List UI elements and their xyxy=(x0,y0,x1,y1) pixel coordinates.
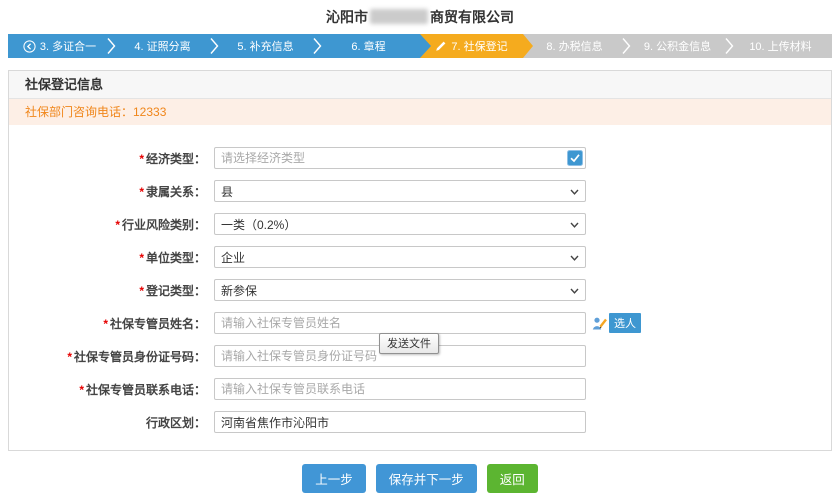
field-label: *隶属关系： xyxy=(9,183,206,200)
step-label: 7. 社保登记 xyxy=(451,38,507,54)
field-row: *登记类型： 新参保 xyxy=(9,279,831,301)
field-row: *经济类型： xyxy=(9,147,831,169)
person-pencil-icon xyxy=(592,316,608,331)
bottom-button-bar: 上一步保存并下一步返回 xyxy=(0,464,840,493)
company-name-prefix: 沁阳市 xyxy=(326,9,368,25)
industry-risk-select[interactable]: 一类（0.2%） xyxy=(214,213,586,235)
field-label: *行业风险类别： xyxy=(9,216,206,233)
prev-step-button[interactable]: 上一步 xyxy=(302,464,366,493)
page-title: 沁阳市 商贸有限公司 xyxy=(0,0,840,30)
chevron-down-icon xyxy=(570,288,579,294)
redacted-company-name xyxy=(370,9,428,24)
step-item[interactable]: 3. 多证合一 xyxy=(8,34,111,58)
required-asterisk: * xyxy=(139,185,144,199)
chevron-separator-icon xyxy=(210,37,219,55)
select-person-button[interactable]: 选人 xyxy=(592,313,641,333)
required-asterisk: * xyxy=(67,350,72,364)
agent-phone-input[interactable] xyxy=(214,378,586,400)
field-control xyxy=(214,147,586,169)
step-label: 8. 办税信息 xyxy=(546,38,602,54)
required-asterisk: * xyxy=(139,152,144,166)
chevron-down-icon xyxy=(570,255,579,261)
field-control: 县 xyxy=(214,180,586,202)
field-control xyxy=(214,378,586,400)
step-item[interactable]: 5. 补充信息 xyxy=(214,34,317,58)
step-item[interactable]: 7. 社保登记 xyxy=(420,34,533,58)
field-label: *登记类型： xyxy=(9,282,206,299)
field-control xyxy=(214,411,586,433)
step-item[interactable]: 6. 章程 xyxy=(317,34,420,58)
chevron-separator-icon xyxy=(622,37,631,55)
required-asterisk: * xyxy=(115,218,120,232)
field-label: 行政区划： xyxy=(9,414,206,431)
section-title: 社保登记信息 xyxy=(9,71,831,99)
field-row: *社保专管员联系电话： xyxy=(9,378,831,400)
field-row: *行业风险类别： 一类（0.2%） xyxy=(9,213,831,235)
select-value: 一类（0.2%） xyxy=(221,216,296,233)
step-label: 3. 多证合一 xyxy=(40,38,96,54)
chevron-separator-icon xyxy=(725,37,734,55)
field-control: 企业 xyxy=(214,246,586,268)
agent-name-input[interactable] xyxy=(214,312,586,334)
step-label: 6. 章程 xyxy=(351,38,385,54)
affiliation-select[interactable]: 县 xyxy=(214,180,586,202)
step-item[interactable]: 10. 上传材料 xyxy=(729,34,832,58)
field-label: *单位类型： xyxy=(9,249,206,266)
chevron-down-icon xyxy=(570,189,579,195)
back-circle-icon[interactable] xyxy=(23,40,36,53)
field-label: *社保专管员身份证号码： xyxy=(9,348,206,365)
required-asterisk: * xyxy=(139,251,144,265)
step-item[interactable]: 9. 公积金信息 xyxy=(626,34,729,58)
required-asterisk: * xyxy=(103,317,108,331)
step-label: 4. 证照分离 xyxy=(134,38,190,54)
step-item[interactable]: 4. 证照分离 xyxy=(111,34,214,58)
chevron-separator-icon xyxy=(313,37,322,55)
pencil-icon xyxy=(435,40,447,52)
form-rows: *经济类型： *隶属关系： 县 *行业风险类别： 一类（0.2%） *单位类型：… xyxy=(9,125,831,450)
field-label: *社保专管员联系电话： xyxy=(9,381,206,398)
select-picker-icon[interactable] xyxy=(567,150,583,166)
social-insurance-panel: 社保登记信息 社保部门咨询电话：12333 *经济类型： *隶属关系： 县 *行… xyxy=(8,70,832,451)
field-control: 新参保 xyxy=(214,279,586,301)
save-next-button[interactable]: 保存并下一步 xyxy=(376,464,477,493)
unit-type-select[interactable]: 企业 xyxy=(214,246,586,268)
step-item[interactable]: 8. 办税信息 xyxy=(523,34,626,58)
admin-division-input[interactable] xyxy=(214,411,586,433)
select-value: 企业 xyxy=(221,249,245,266)
drag-tooltip: 发送文件 xyxy=(379,333,439,354)
field-row: *单位类型： 企业 xyxy=(9,246,831,268)
step-arrow-tail xyxy=(420,34,431,58)
chevron-down-icon xyxy=(570,222,579,228)
required-asterisk: * xyxy=(79,383,84,397)
steps-bar: 3. 多证合一 4. 证照分离 5. 补充信息 6. 章程 7. 社保登记 xyxy=(8,34,832,58)
step-label: 10. 上传材料 xyxy=(749,38,811,54)
notice-bar: 社保部门咨询电话：12333 xyxy=(9,99,831,125)
company-name-suffix: 商贸有限公司 xyxy=(430,9,514,25)
select-value: 新参保 xyxy=(221,282,257,299)
field-row: *隶属关系： 县 xyxy=(9,180,831,202)
required-asterisk: * xyxy=(139,284,144,298)
field-label: *社保专管员姓名： xyxy=(9,315,206,332)
field-label: *经济类型： xyxy=(9,150,206,167)
field-row: *社保专管员姓名： 选人 xyxy=(9,312,831,334)
registration-type-select[interactable]: 新参保 xyxy=(214,279,586,301)
select-value: 县 xyxy=(221,183,233,200)
return-button[interactable]: 返回 xyxy=(487,464,538,493)
step-label: 9. 公积金信息 xyxy=(644,38,711,54)
field-row: 行政区划： xyxy=(9,411,831,433)
economic-type-input[interactable] xyxy=(214,147,586,169)
step-label: 5. 补充信息 xyxy=(237,38,293,54)
chevron-separator-icon xyxy=(107,37,116,55)
field-control: 选人 xyxy=(214,312,641,334)
field-control: 一类（0.2%） xyxy=(214,213,586,235)
